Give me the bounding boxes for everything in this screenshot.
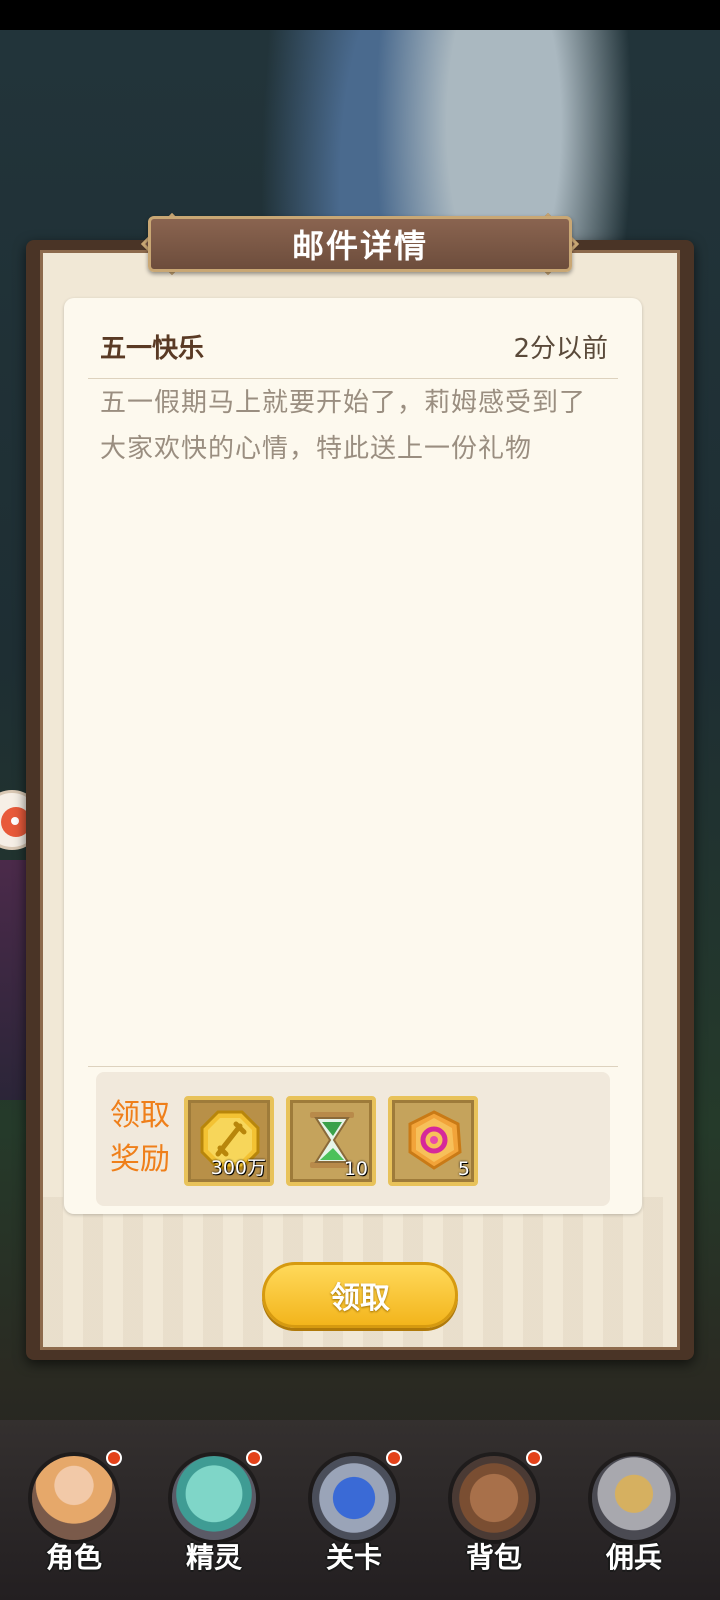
divider bbox=[88, 378, 618, 379]
item-count: 10 bbox=[343, 1158, 368, 1180]
item-count: 5 bbox=[457, 1158, 470, 1180]
mail-time: 2分以前 bbox=[513, 334, 608, 364]
nav-item-mercenary[interactable]: 佣兵 bbox=[574, 1446, 694, 1586]
item-count: 300万 bbox=[210, 1157, 266, 1179]
nav-item-character[interactable]: 角色 bbox=[14, 1446, 134, 1586]
mail-subject: 五一快乐 bbox=[100, 334, 205, 364]
notification-badge bbox=[106, 1450, 122, 1466]
nav-item-spirit[interactable]: 精灵 bbox=[154, 1446, 274, 1586]
slime-spirit-icon bbox=[172, 1456, 256, 1540]
nav-item-stage[interactable]: 关卡 bbox=[294, 1446, 414, 1586]
fire-gem-icon bbox=[408, 1110, 462, 1170]
backpack-icon bbox=[452, 1456, 536, 1540]
notification-badge bbox=[246, 1450, 262, 1466]
reward-label: 领取 奖励 bbox=[110, 1098, 170, 1177]
dialog-title-banner: 邮件详情 bbox=[148, 216, 572, 272]
nav-item-backpack[interactable]: 背包 bbox=[434, 1446, 554, 1586]
reward-section: 领取 奖励 300万 10 5 bbox=[96, 1072, 610, 1206]
stage-icon bbox=[312, 1456, 396, 1540]
divider bbox=[88, 1066, 618, 1067]
reward-item-fire-gem[interactable]: 5 bbox=[388, 1096, 478, 1186]
claim-button[interactable]: 领取 bbox=[262, 1262, 458, 1328]
reward-item-hourglass[interactable]: 10 bbox=[286, 1096, 376, 1186]
notification-badge bbox=[386, 1450, 402, 1466]
notification-badge bbox=[526, 1450, 542, 1466]
dialog-title: 邮件详情 bbox=[291, 227, 428, 265]
mail-content-card: 五一快乐 2分以前 五一假期马上就要开始了，莉姆感受到了大家欢快的心情，特此送上… bbox=[64, 298, 642, 1214]
knight-helmet-icon bbox=[592, 1456, 676, 1540]
mail-body: 五一假期马上就要开始了，莉姆感受到了大家欢快的心情，特此送上一份礼物 bbox=[100, 388, 587, 464]
character-icon bbox=[32, 1456, 116, 1540]
reward-item-gold[interactable]: 300万 bbox=[184, 1096, 274, 1186]
status-bar bbox=[0, 0, 720, 30]
bottom-nav: 角色 精灵 关卡 背包 佣兵 bbox=[0, 1420, 720, 1600]
